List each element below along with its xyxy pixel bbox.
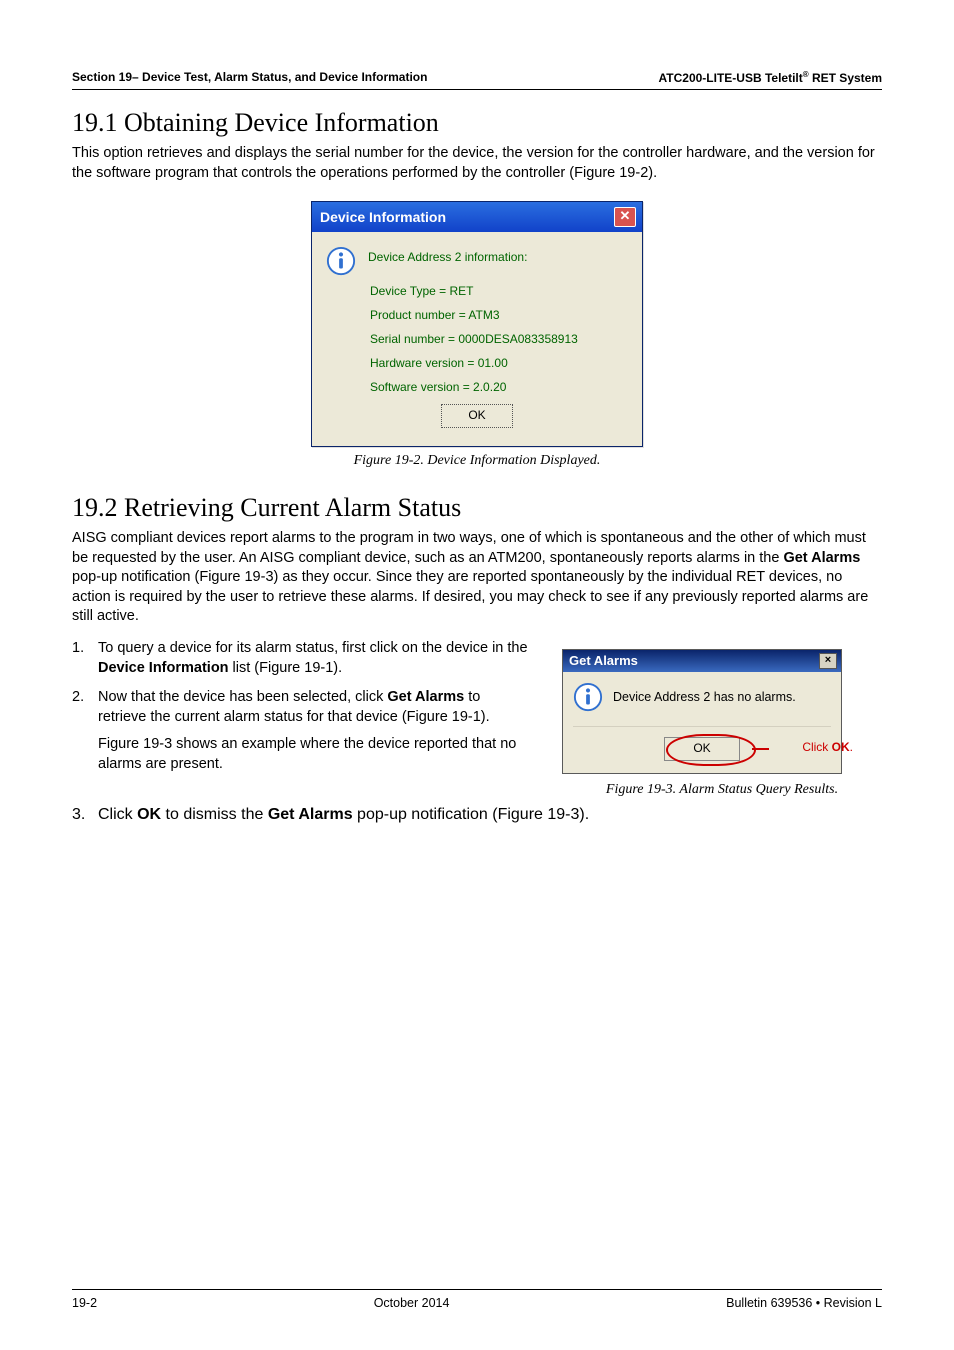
step1-a: To query a device for its alarm status, … [98,640,528,656]
dialog2-title: Get Alarms [569,653,638,668]
footer-left: 19-2 [72,1296,97,1310]
footer-mid-b: 2014 [422,1296,450,1310]
header-right-prefix: ATC200-LITE-USB Teletilt [659,71,803,85]
device-information-dialog: Device Information ✕ Device Address 2 in… [311,201,643,447]
footer-rule [72,1289,882,1290]
header-right: ATC200-LITE-USB Teletilt® RET System [659,70,883,85]
step2-b: Get Alarms [387,689,464,705]
step-3: 3. Click OK to dismiss the Get Alarms po… [72,806,882,824]
dialog2-msg: Device Address 2 has no alarms. [613,690,796,704]
dialog1-title: Device Information [320,209,446,225]
close-icon[interactable]: × [819,653,837,669]
header-rule [72,89,882,90]
step-number: 2. [72,688,98,774]
step3-c: to dismiss the [161,806,268,823]
para1-c: pop-up notification (Figure 19-3) as the… [72,569,868,624]
step1-b: Device Information [98,660,229,676]
info-icon [573,682,603,712]
close-icon[interactable]: ✕ [614,207,636,227]
figure-19-3-caption: Figure 19-3. Alarm Status Query Results. [562,782,882,798]
step-1: 1. To query a device for its alarm statu… [72,639,532,678]
figure-19-2-caption: Figure 19-2. Device Information Displaye… [72,453,882,469]
step2-sub: Figure 19-3 shows an example where the d… [98,735,532,774]
step1-c: list (Figure 19-1). [229,660,343,676]
step-2: 2. Now that the device has been selected… [72,688,532,774]
section-19-2-para1: AISG compliant devices report alarms to … [72,529,882,627]
section-19-1-title: 19.1 Obtaining Device Information [72,108,882,138]
info-icon [326,246,356,276]
dialog1-line1: Device Type = RET [370,284,628,298]
dialog1-line0: Device Address 2 information: [368,246,527,264]
step-number: 1. [72,639,98,678]
step3-a: Click [98,806,137,823]
callout-text: Click OK. [802,740,853,754]
para1-bold: Get Alarms [783,550,860,566]
step-number: 3. [72,806,98,824]
callout-pre: Click [802,740,831,754]
step3-e: pop-up notification (Figure 19-3). [353,806,590,823]
header-left: Section 19– Device Test, Alarm Status, a… [72,70,427,85]
callout-line [752,748,769,750]
section-19-2-title: 19.2 Retrieving Current Alarm Status [72,493,882,523]
section-19-1-para: This option retrieves and displays the s… [72,144,882,183]
para1-a: AISG compliant devices report alarms to … [72,530,866,566]
callout-bold: OK [832,740,850,754]
footer-right: Bulletin 639536 • Revision L [726,1296,882,1310]
step3-d: Get Alarms [268,806,353,823]
step3-b: OK [137,806,161,823]
ok-button[interactable]: OK [441,404,513,428]
footer-mid: October 2014 [374,1296,450,1310]
dialog1-line4: Hardware version = 01.00 [370,356,628,370]
header-right-suffix: RET System [809,71,882,85]
dialog1-line2: Product number = ATM3 [370,308,628,322]
dialog1-line5: Software version = 2.0.20 [370,380,628,394]
footer-mid-a: October [374,1296,422,1310]
step2-a: Now that the device has been selected, c… [98,689,387,705]
ok-button[interactable]: OK [664,737,740,761]
get-alarms-dialog: Get Alarms × Device Address 2 has no ala… [562,649,842,774]
callout-post: . [850,740,853,754]
dialog1-line3: Serial number = 0000DESA083358913 [370,332,628,346]
